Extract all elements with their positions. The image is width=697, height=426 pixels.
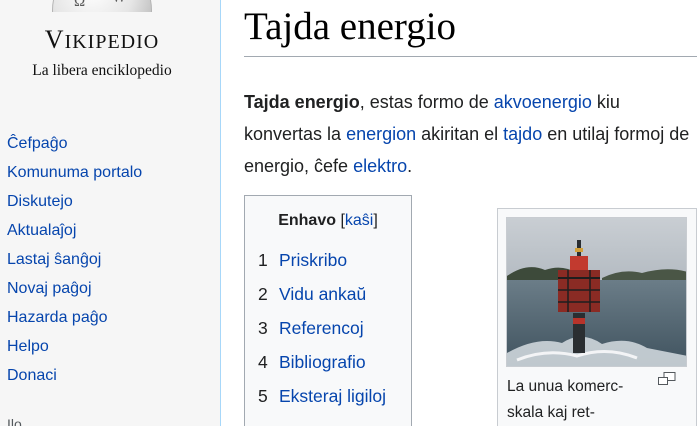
toc-item-number: 3: [258, 318, 268, 338]
sidebar-item-current-events[interactable]: Aktualaĵoj: [7, 218, 142, 247]
title-divider: [244, 56, 697, 57]
link-energion[interactable]: energion: [346, 124, 416, 144]
article-content: Tajda energio Tajda energio, estas formo…: [220, 0, 697, 426]
toc-item-number: 2: [258, 284, 268, 304]
toc-list: 1 Priskribo 2 Vidu ankaŭ 3 Referencoj 4 Bibl…: [258, 248, 386, 418]
toc-title: Enhavo: [278, 212, 336, 229]
toc-bracket-close: ]: [373, 212, 378, 229]
enlarge-icon[interactable]: [658, 372, 676, 386]
sidebar: Ω W VIKIPEDIO La libera enciklopedio Ĉef…: [0, 0, 220, 426]
link-elektro[interactable]: elektro: [353, 156, 407, 176]
sidebar-item-donate[interactable]: Donaci: [7, 363, 142, 392]
sidebar-item-village-pump[interactable]: Diskutejo: [7, 189, 142, 218]
sidebar-item-community-portal[interactable]: Komunuma portalo: [7, 160, 142, 189]
toc-item-label[interactable]: Referencoj: [279, 318, 364, 338]
toc-item[interactable]: 1 Priskribo: [258, 248, 386, 282]
caption-line: La unua komerc-: [507, 378, 624, 395]
toc-bracket-open: [: [336, 212, 345, 229]
sidebar-navigation: Ĉefpaĝo Komunuma portalo Diskutejo Aktua…: [7, 131, 142, 392]
sidebar-item-recent-changes[interactable]: Lastaj ŝanĝoj: [7, 247, 142, 276]
sidebar-item-help[interactable]: Helpo: [7, 334, 142, 363]
wikipedia-tagline: La libera enciklopedio: [32, 62, 172, 79]
toc-item-number: 5: [258, 386, 268, 406]
sidebar-section-heading-tools: Ilo: [7, 416, 22, 426]
toc-item-label[interactable]: Vidu ankaŭ: [279, 284, 366, 304]
sidebar-item-new-pages[interactable]: Novaj paĝoj: [7, 276, 142, 305]
toc-header: Enhavo [kaŝi]: [245, 212, 411, 230]
toc-item[interactable]: 4 Bibliografio: [258, 350, 386, 384]
toc-item-label[interactable]: Priskribo: [279, 250, 347, 270]
toc-item-number: 4: [258, 352, 268, 372]
table-of-contents: Enhavo [kaŝi] 1 Priskribo 2 Vidu ankaŭ 3 Re…: [244, 195, 412, 426]
toc-item-number: 1: [258, 250, 268, 270]
sidebar-item-random-page[interactable]: Hazarda paĝo: [7, 305, 142, 334]
toc-item-label[interactable]: Eksteraj ligiloj: [279, 386, 386, 406]
lead-text: akiritan el: [416, 124, 504, 144]
link-tajdo[interactable]: tajdo: [503, 124, 542, 144]
image-thumbnail: La unua komerc- skala kaj ret-: [497, 208, 697, 426]
tidal-turbine-photo[interactable]: [506, 217, 687, 367]
wikipedia-wordmark[interactable]: VIKIPEDIO: [17, 25, 187, 55]
caption-line: skala kaj ret-: [507, 404, 595, 421]
page-title: Tajda energio: [244, 5, 457, 48]
lead-text: , estas formo de: [359, 92, 494, 112]
toc-item[interactable]: 2 Vidu ankaŭ: [258, 282, 386, 316]
sidebar-item-main-page[interactable]: Ĉefpaĝo: [7, 131, 142, 160]
lead-paragraph: Tajda energio, estas formo de akvoenergi…: [244, 86, 697, 182]
toc-item[interactable]: 3 Referencoj: [258, 316, 386, 350]
lead-text: .: [407, 156, 413, 176]
lead-bold-term: Tajda energio: [244, 92, 360, 112]
thumbnail-caption: La unua komerc- skala kaj ret-: [507, 374, 655, 426]
wikipedia-globe-logo[interactable]: Ω W: [52, 0, 152, 12]
toc-item[interactable]: 5 Eksteraj ligiloj: [258, 384, 386, 418]
link-akvoenergio[interactable]: akvoenergio: [494, 92, 592, 112]
toc-toggle-link[interactable]: kaŝi: [345, 212, 373, 229]
toc-item-label[interactable]: Bibliografio: [279, 352, 366, 372]
